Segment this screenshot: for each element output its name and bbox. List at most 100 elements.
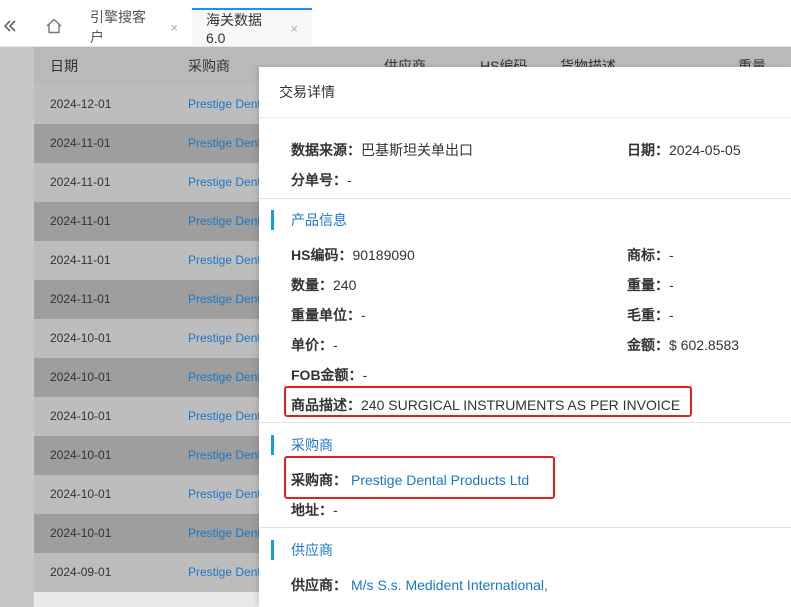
date-cell: 2024-12-01 <box>50 97 112 111</box>
section-marker <box>271 540 274 560</box>
date-cell: 2024-10-01 <box>50 526 112 540</box>
buyer-link[interactable]: Prestige Dent <box>188 202 261 241</box>
amount-value: $ 602.8583 <box>669 337 740 353</box>
supplier-name-link[interactable]: M/s S.s. Medident International, <box>351 577 548 593</box>
date-field: 日期：2024-05-05 <box>627 140 741 160</box>
date-cell: 2024-11-01 <box>50 292 111 306</box>
divider <box>259 198 791 199</box>
buyer-name-link[interactable]: Prestige Dental Products Ltd <box>351 472 529 488</box>
buyer-name-field: 采购商： Prestige Dental Products Ltd <box>291 470 529 490</box>
weight-unit-value: - <box>361 307 366 323</box>
buyer-link[interactable]: Prestige Dent <box>188 319 261 358</box>
hs-code-field: HS编码：90189090 <box>291 245 415 265</box>
date-cell: 2024-11-01 <box>50 136 111 150</box>
section-title: 产品信息 <box>291 212 347 228</box>
date-label: 日期： <box>627 142 669 158</box>
buyer-address-label: 地址： <box>291 502 333 518</box>
buyer-link[interactable]: Prestige Dent <box>188 514 261 553</box>
gross-weight-label: 毛重： <box>627 307 669 323</box>
section-marker <box>271 435 274 455</box>
unit-price-field: 单价：- <box>291 335 338 355</box>
date-cell: 2024-10-01 <box>50 370 112 384</box>
column-header-date[interactable]: 日期 <box>50 47 78 85</box>
divider <box>259 422 791 423</box>
supplier-name-label: 供应商： <box>291 577 347 593</box>
buyer-link[interactable]: Prestige Dent <box>188 280 261 319</box>
fob-amount-value: - <box>362 367 368 383</box>
buyer-link[interactable]: Prestige Dent <box>188 163 261 202</box>
product-description-field: 商品描述：240 SURGICAL INSTRUMENTS AS PER INV… <box>291 395 680 415</box>
product-description-value: 240 SURGICAL INSTRUMENTS AS PER INVOICE <box>361 397 681 413</box>
source-field: 数据来源：巴基斯坦关单出口 <box>291 140 473 160</box>
buyer-address-field: 地址：- <box>291 500 338 520</box>
transaction-detail-panel: 交易详情 数据来源：巴基斯坦关单出口 日期：2024-05-05 分单号：- 产… <box>259 67 791 607</box>
weight-value: - <box>669 277 674 293</box>
buyer-address-value: - <box>333 502 338 518</box>
weight-field: 重量：- <box>627 275 674 295</box>
brand-value: - <box>669 247 674 263</box>
buyer-link[interactable]: Prestige Dent <box>188 241 261 280</box>
tab-customs-data[interactable]: 海关数据6.0 × <box>192 8 312 46</box>
quantity-field: 数量：240 <box>291 275 356 295</box>
buyer-link[interactable]: Prestige Dent <box>188 358 261 397</box>
divider <box>259 117 791 118</box>
tab-engine-search-customers[interactable]: 引擎搜客户 × <box>76 8 192 46</box>
date-cell: 2024-11-01 <box>50 214 111 228</box>
hs-code-value: 90189090 <box>352 247 415 263</box>
table-gutter <box>0 47 34 607</box>
bill-number-value: - <box>347 172 352 188</box>
bill-number-label: 分单号： <box>291 172 347 188</box>
hs-code-label: HS编码： <box>291 247 353 263</box>
date-value: 2024-05-05 <box>669 142 741 158</box>
buyer-name-label: 采购商： <box>291 472 347 488</box>
section-title: 供应商 <box>291 542 333 558</box>
date-cell: 2024-11-01 <box>50 253 111 267</box>
tab-label: 海关数据6.0 <box>206 12 262 46</box>
buyer-link[interactable]: Prestige Dent <box>188 475 261 514</box>
date-cell: 2024-11-01 <box>50 175 111 189</box>
product-description-label: 商品描述： <box>291 397 361 413</box>
quantity-value: 240 <box>333 277 357 293</box>
product-info-section-header: 产品信息 <box>271 210 347 230</box>
divider <box>259 527 791 528</box>
fob-amount-label: FOB金额： <box>291 367 363 383</box>
supplier-name-field: 供应商： M/s S.s. Medident International, <box>291 575 548 595</box>
date-cell: 2024-10-01 <box>50 487 112 501</box>
buyer-link[interactable]: Prestige Dent <box>188 553 261 592</box>
amount-label: 金额： <box>627 337 669 353</box>
unit-price-label: 单价： <box>291 337 333 353</box>
bill-number-field: 分单号：- <box>291 170 352 190</box>
buyer-link[interactable]: Prestige Dent <box>188 397 261 436</box>
buyer-link[interactable]: Prestige Dent <box>188 124 261 163</box>
date-cell: 2024-10-01 <box>50 409 112 423</box>
source-label: 数据来源： <box>291 142 361 158</box>
date-cell: 2024-10-01 <box>50 448 112 462</box>
section-title: 采购商 <box>291 437 333 453</box>
fob-amount-field: FOB金额：- <box>291 365 367 385</box>
source-value: 巴基斯坦关单出口 <box>361 142 473 158</box>
weight-label: 重量： <box>627 277 669 293</box>
amount-field: 金额：$ 602.8583 <box>627 335 739 355</box>
close-icon[interactable]: × <box>290 21 298 36</box>
tab-bar: 引擎搜客户 × 海关数据6.0 × <box>0 0 791 47</box>
unit-price-value: - <box>333 337 338 353</box>
buyer-section-header: 采购商 <box>271 435 333 455</box>
buyer-link[interactable]: Prestige Dent <box>188 436 261 475</box>
brand-label: 商标： <box>627 247 669 263</box>
quantity-label: 数量： <box>291 277 333 293</box>
brand-field: 商标：- <box>627 245 674 265</box>
buyer-link[interactable]: Prestige Dent <box>188 85 261 124</box>
panel-title: 交易详情 <box>279 84 335 100</box>
date-cell: 2024-10-01 <box>50 331 112 345</box>
weight-unit-label: 重量单位： <box>291 307 361 323</box>
column-header-buyer[interactable]: 采购商 <box>188 47 230 85</box>
section-marker <box>271 210 274 230</box>
close-icon[interactable]: × <box>170 20 178 35</box>
tab-label: 引擎搜客户 <box>90 9 146 45</box>
gross-weight-value: - <box>669 307 674 323</box>
gross-weight-field: 毛重：- <box>627 305 674 325</box>
double-chevron-left-icon[interactable] <box>0 8 20 44</box>
date-cell: 2024-09-01 <box>50 565 112 579</box>
home-icon[interactable] <box>36 8 72 44</box>
weight-unit-field: 重量单位：- <box>291 305 366 325</box>
